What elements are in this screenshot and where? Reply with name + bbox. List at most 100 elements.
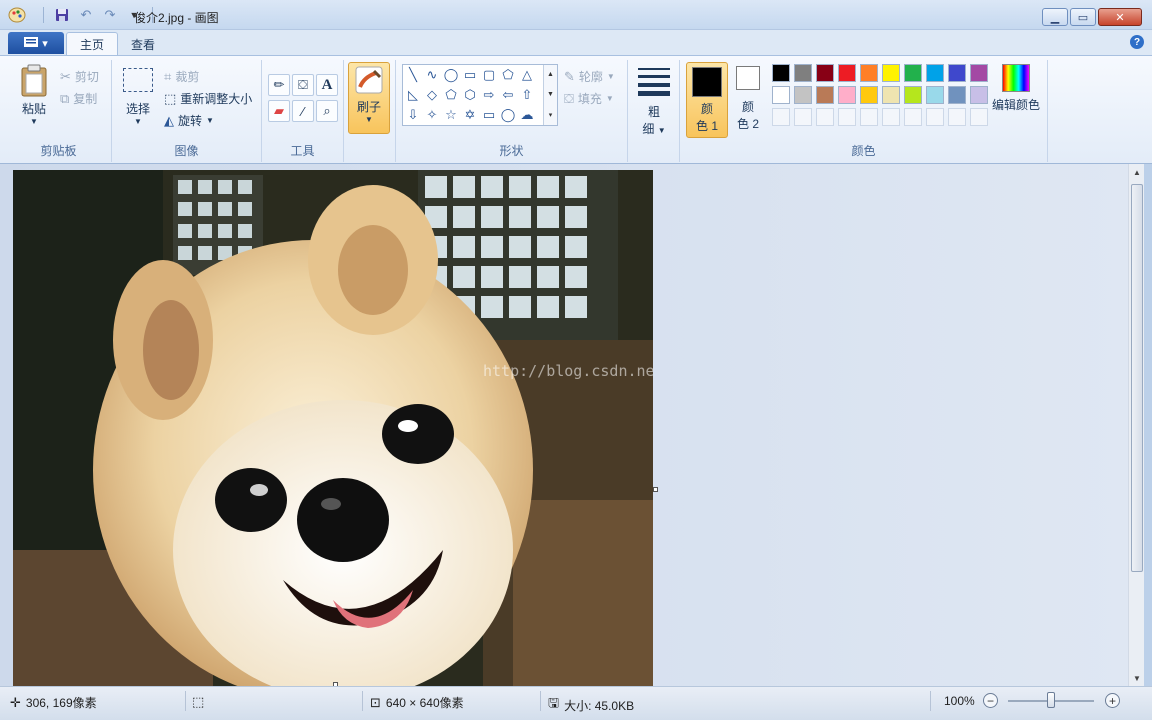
palette-color-swatch[interactable] xyxy=(816,86,834,104)
dog-photo[interactable]: http://blog.csdn.net/ xyxy=(13,170,653,686)
magnifier-icon[interactable]: ⌕ xyxy=(316,100,338,122)
palette-color-swatch[interactable] xyxy=(926,86,944,104)
diamond-shape-icon[interactable]: ◇ xyxy=(424,87,440,103)
color2-button[interactable]: 颜 色 2 xyxy=(730,66,766,132)
oval-shape-icon[interactable]: ◯ xyxy=(443,67,459,83)
edit-colors-button[interactable]: 编辑颜色 xyxy=(990,64,1042,113)
palette-custom-slot[interactable] xyxy=(882,108,900,126)
palette-color-swatch[interactable] xyxy=(948,64,966,82)
copy-button[interactable]: ⧉ 复制 xyxy=(60,90,97,107)
size-dropdown-icon: ▼ xyxy=(657,126,666,135)
paint-app-icon[interactable] xyxy=(8,7,26,23)
left-arrow-shape-icon[interactable]: ⇦ xyxy=(500,87,516,103)
palette-color-swatch[interactable] xyxy=(772,86,790,104)
palette-color-swatch[interactable] xyxy=(904,86,922,104)
help-icon[interactable]: ? xyxy=(1130,35,1144,49)
fill-button[interactable]: ⛋ 填充 ▼ xyxy=(564,90,614,107)
shapes-scroll-down-icon[interactable]: ▼ xyxy=(547,91,554,98)
select-button[interactable]: 选择 ▼ xyxy=(120,68,156,126)
palette-color-swatch[interactable] xyxy=(948,86,966,104)
polygon-shape-icon[interactable]: ⬠ xyxy=(500,67,516,83)
palette-custom-slot[interactable] xyxy=(926,108,944,126)
tab-view[interactable]: 查看 xyxy=(118,32,168,56)
resize-handle-right[interactable] xyxy=(653,487,658,492)
maximize-button[interactable]: ▭ xyxy=(1070,8,1096,26)
cut-button[interactable]: ✂ 剪切 xyxy=(60,68,99,85)
text-tool-icon[interactable]: A xyxy=(316,74,338,96)
resize-button[interactable]: ⬚ 重新调整大小 xyxy=(164,90,252,107)
rectangle-shape-icon[interactable]: ▭ xyxy=(462,67,478,83)
edit-colors-label: 编辑颜色 xyxy=(991,98,1040,112)
palette-color-swatch[interactable] xyxy=(772,64,790,82)
minimize-button[interactable]: ▁ xyxy=(1042,8,1068,26)
palette-custom-slot[interactable] xyxy=(860,108,878,126)
palette-color-swatch[interactable] xyxy=(816,64,834,82)
five-point-star-shape-icon[interactable]: ☆ xyxy=(443,107,459,123)
canvas-workspace[interactable]: http://blog.csdn.net/ xyxy=(0,164,1128,686)
shapes-expand-icon[interactable]: ▾ xyxy=(549,111,553,119)
zoom-slider-thumb[interactable] xyxy=(1047,692,1055,708)
paste-button[interactable]: 粘贴 ▼ xyxy=(14,64,54,126)
scroll-down-icon[interactable]: ▼ xyxy=(1129,670,1145,686)
scroll-thumb[interactable] xyxy=(1131,184,1143,572)
image-canvas[interactable]: http://blog.csdn.net/ xyxy=(13,170,653,686)
rounded-rectangle-shape-icon[interactable]: ▢ xyxy=(481,67,497,83)
palette-color-swatch[interactable] xyxy=(970,64,988,82)
palette-custom-slot[interactable] xyxy=(794,108,812,126)
palette-color-swatch[interactable] xyxy=(926,64,944,82)
line-shape-icon[interactable]: ╲ xyxy=(405,67,421,83)
up-arrow-shape-icon[interactable]: ⇧ xyxy=(519,87,535,103)
eraser-icon[interactable]: ▰ xyxy=(268,100,290,122)
palette-custom-slot[interactable] xyxy=(970,108,988,126)
size-button[interactable]: 粗 细 ▼ xyxy=(634,66,674,137)
color1-button[interactable]: 颜 色 1 xyxy=(686,62,728,138)
tab-home[interactable]: 主页 xyxy=(66,32,119,56)
crop-button[interactable]: ⌗ 裁剪 xyxy=(164,68,199,85)
outline-button[interactable]: ✎ 轮廓 ▼ xyxy=(564,68,615,85)
cloud-callout-shape-icon[interactable]: ☁ xyxy=(519,107,535,123)
palette-custom-slot[interactable] xyxy=(772,108,790,126)
paint-menu-button[interactable]: ▾ xyxy=(8,32,64,54)
palette-custom-slot[interactable] xyxy=(838,108,856,126)
rect-callout-shape-icon[interactable]: ▭ xyxy=(481,107,497,123)
palette-color-swatch[interactable] xyxy=(860,64,878,82)
palette-color-swatch[interactable] xyxy=(970,86,988,104)
palette-color-swatch[interactable] xyxy=(838,64,856,82)
triangle-shape-icon[interactable]: △ xyxy=(519,67,535,83)
palette-color-swatch[interactable] xyxy=(794,64,812,82)
pencil-icon[interactable]: ✏ xyxy=(268,74,290,96)
zoom-in-icon[interactable]: + xyxy=(1105,693,1120,708)
right-triangle-shape-icon[interactable]: ◺ xyxy=(405,87,421,103)
rotate-button[interactable]: ◭ 旋转 ▼ xyxy=(164,112,214,129)
palette-color-swatch[interactable] xyxy=(794,86,812,104)
fill-bucket-icon[interactable]: ⛋ xyxy=(292,74,314,96)
oval-callout-shape-icon[interactable]: ◯ xyxy=(500,107,516,123)
undo-icon[interactable]: ↶ xyxy=(77,7,95,23)
hexagon-shape-icon[interactable]: ⬡ xyxy=(462,87,478,103)
pentagon-shape-icon[interactable]: ⬠ xyxy=(443,87,459,103)
scroll-up-icon[interactable]: ▲ xyxy=(1129,164,1145,180)
color2-swatch xyxy=(736,66,760,90)
palette-custom-slot[interactable] xyxy=(816,108,834,126)
brushes-button[interactable]: 刷子 ▼ xyxy=(348,62,390,134)
palette-custom-slot[interactable] xyxy=(948,108,966,126)
redo-icon[interactable]: ↷ xyxy=(101,7,119,23)
vertical-scrollbar[interactable]: ▲ ▼ xyxy=(1128,164,1144,686)
shapes-scroll[interactable]: ▲ ▼ ▾ xyxy=(543,65,557,125)
six-point-star-shape-icon[interactable]: ✡ xyxy=(462,107,478,123)
curve-shape-icon[interactable]: ∿ xyxy=(424,67,440,83)
shapes-scroll-up-icon[interactable]: ▲ xyxy=(547,71,554,78)
close-button[interactable]: ✕ xyxy=(1098,8,1142,26)
right-arrow-shape-icon[interactable]: ⇨ xyxy=(481,87,497,103)
palette-color-swatch[interactable] xyxy=(882,64,900,82)
palette-color-swatch[interactable] xyxy=(904,64,922,82)
palette-color-swatch[interactable] xyxy=(860,86,878,104)
color-picker-icon[interactable]: ⁄ xyxy=(292,100,314,122)
palette-custom-slot[interactable] xyxy=(904,108,922,126)
down-arrow-shape-icon[interactable]: ⇩ xyxy=(405,107,421,123)
save-icon[interactable] xyxy=(53,7,71,23)
palette-color-swatch[interactable] xyxy=(838,86,856,104)
zoom-out-icon[interactable]: − xyxy=(983,693,998,708)
palette-color-swatch[interactable] xyxy=(882,86,900,104)
four-point-star-shape-icon[interactable]: ✧ xyxy=(424,107,440,123)
